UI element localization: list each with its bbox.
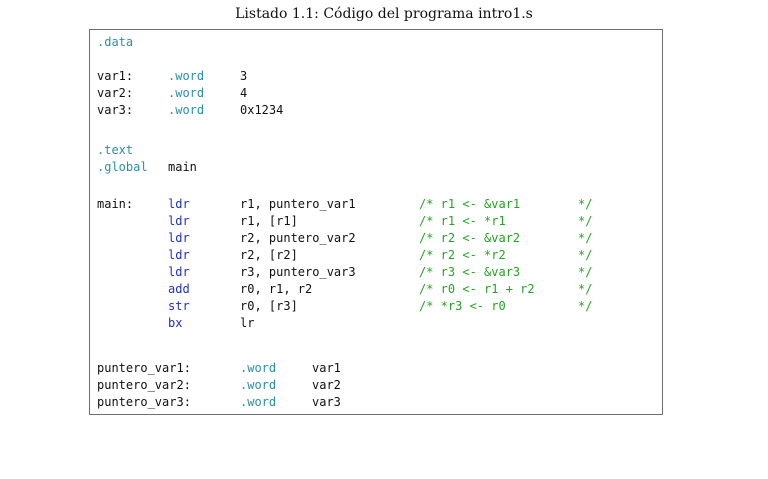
code-line-pointer: puntero_var3: .word var3	[90, 394, 341, 411]
instruction-opcode: ldr	[168, 197, 190, 211]
pointer-directive: .word	[240, 378, 277, 392]
instruction-opcode: add	[168, 282, 190, 296]
code-line-var1: var1: .word 3	[90, 68, 247, 85]
instruction-line: ldr r2, [r2] /* r2 <- *r2 */	[90, 247, 592, 264]
var3-value: 0x1234	[240, 103, 284, 117]
var2-label: var2:	[97, 86, 134, 100]
instruction-line: ldr r3, puntero_var3 /* r3 <- &var3 */	[90, 264, 592, 281]
comment-close: */	[578, 197, 593, 211]
listing-caption: Listado 1.1: Código del programa intro1.…	[235, 6, 533, 22]
var3-label: var3:	[97, 103, 134, 117]
instruction-comment: /* r3 <- &var3	[419, 265, 521, 279]
comment-close: */	[578, 231, 593, 245]
instruction-opcode: ldr	[168, 214, 190, 228]
var1-directive: .word	[168, 69, 205, 83]
var1-label: var1:	[97, 69, 134, 83]
code-listing: .data var1: .word 3 var2: .word 4 var3: …	[89, 29, 663, 415]
code-line-data: .data	[90, 34, 133, 51]
instruction-operands: r3, puntero_var3	[240, 265, 356, 279]
comment-close: */	[578, 299, 593, 313]
comment-close: */	[578, 265, 593, 279]
instruction-operands: r0, [r3]	[240, 299, 298, 313]
pointer-value: var1	[312, 361, 341, 375]
global-symbol: main	[168, 160, 197, 174]
instruction-operands: r2, puntero_var2	[240, 231, 356, 245]
instruction-operands: r1, [r1]	[240, 214, 298, 228]
var2-directive: .word	[168, 86, 205, 100]
instruction-comment: /* r2 <- &var2	[419, 231, 521, 245]
code-line-pointer: puntero_var1: .word var1	[90, 360, 341, 377]
pointer-label: puntero_var1:	[97, 361, 191, 375]
data-directive: .data	[97, 35, 134, 49]
comment-close: */	[578, 214, 593, 228]
instruction-opcode: ldr	[168, 265, 190, 279]
pointer-value: var2	[312, 378, 341, 392]
instruction-line: str r0, [r3] /* *r3 <- r0 */	[90, 298, 592, 315]
pointer-label: puntero_var3:	[97, 395, 191, 409]
instruction-line: ldr r1, [r1] /* r1 <- *r1 */	[90, 213, 592, 230]
code-line-pointer: puntero_var2: .word var2	[90, 377, 341, 394]
instruction-opcode: str	[168, 299, 190, 313]
comment-close: */	[578, 248, 593, 262]
text-directive: .text	[97, 143, 134, 157]
instruction-operands: r1, puntero_var1	[240, 197, 356, 211]
code-line-global: .global main	[90, 159, 197, 176]
instruction-opcode: ldr	[168, 231, 190, 245]
instruction-line: add r0, r1, r2 /* r0 <- r1 + r2 */	[90, 281, 592, 298]
var2-value: 4	[240, 86, 248, 100]
instruction-comment: /* r0 <- r1 + r2	[419, 282, 535, 296]
instruction-line: ldr r2, puntero_var2 /* r2 <- &var2 */	[90, 230, 592, 247]
instruction-comment: /* r1 <- &var1	[419, 197, 521, 211]
code-line-var2: var2: .word 4	[90, 85, 247, 102]
instruction-opcode: bx	[168, 316, 183, 330]
pointer-value: var3	[312, 395, 341, 409]
instruction-line: ldr r1, puntero_var1 /* r1 <- &var1 */	[90, 196, 592, 213]
instruction-comment: /* r2 <- *r2	[419, 248, 506, 262]
instruction-comment: /* *r3 <- r0	[419, 299, 506, 313]
pointer-directive: .word	[240, 361, 277, 375]
var3-directive: .word	[168, 103, 205, 117]
instruction-comment: /* r1 <- *r1	[419, 214, 506, 228]
global-directive: .global	[97, 160, 148, 174]
pointer-label: puntero_var2:	[97, 378, 191, 392]
comment-close: */	[578, 282, 593, 296]
instruction-line: bx lr	[90, 315, 254, 332]
pointer-directive: .word	[240, 395, 277, 409]
var1-value: 3	[240, 69, 248, 83]
instruction-opcode: ldr	[168, 248, 190, 262]
code-line-text: .text	[90, 142, 133, 159]
code-line-var3: var3: .word 0x1234	[90, 102, 283, 119]
instruction-operands: r0, r1, r2	[240, 282, 313, 296]
instruction-operands: lr	[240, 316, 255, 330]
instruction-operands: r2, [r2]	[240, 248, 298, 262]
